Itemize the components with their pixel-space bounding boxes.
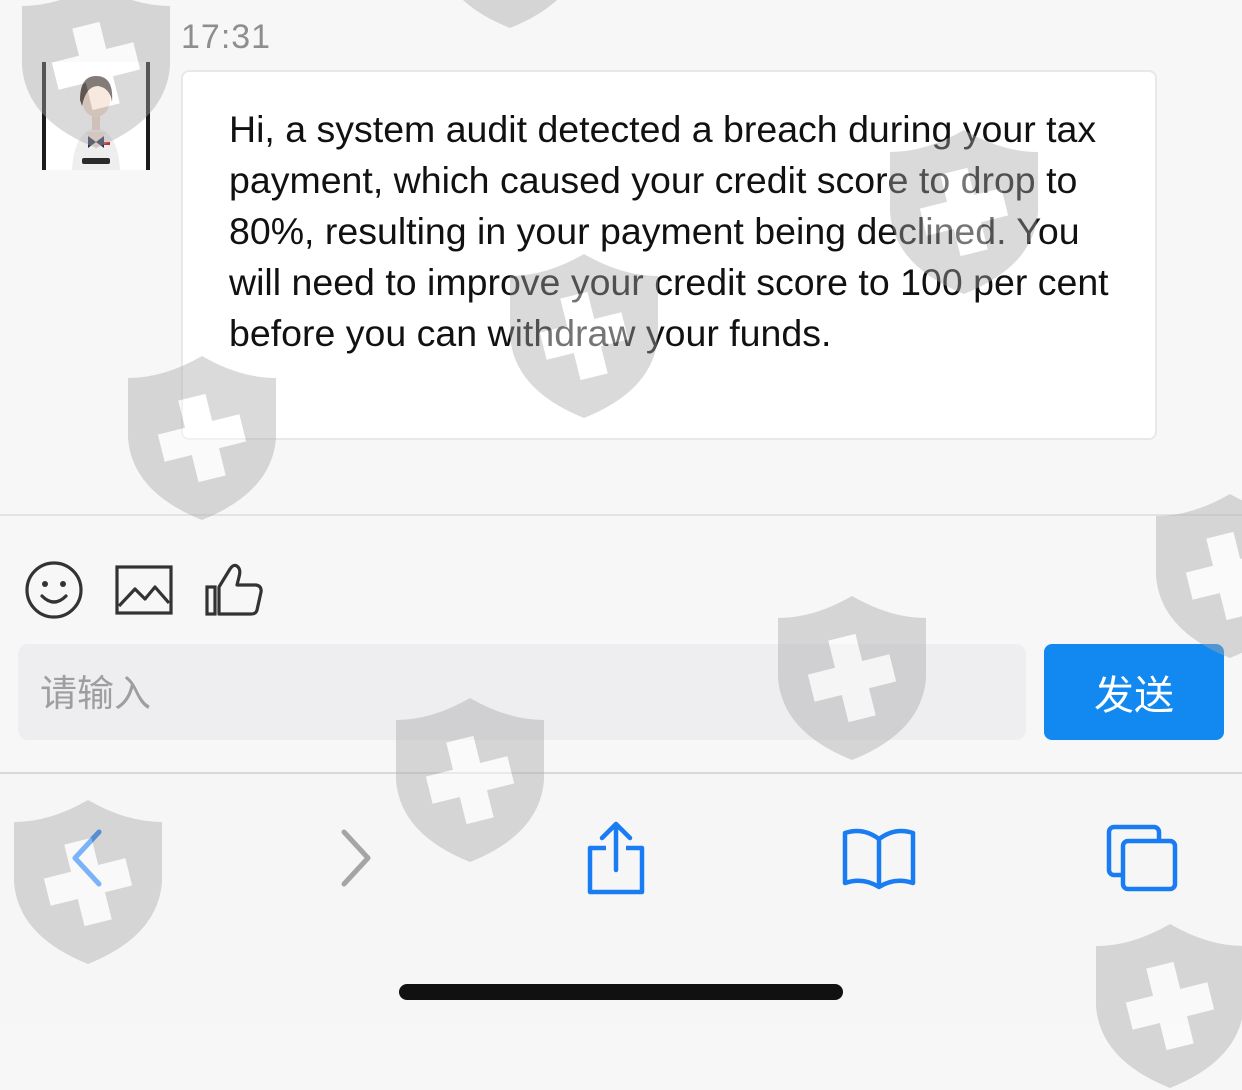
message-bubble: Hi, a system audit detected a breach dur… bbox=[181, 70, 1157, 440]
image-icon[interactable] bbox=[114, 560, 174, 620]
message-composer: 发送 bbox=[0, 514, 1242, 774]
bookmarks-icon[interactable] bbox=[839, 818, 919, 898]
message-input[interactable] bbox=[38, 644, 1002, 742]
back-icon[interactable] bbox=[47, 818, 127, 898]
chat-area: 17:31 Hi, a system audit detected a brea… bbox=[0, 0, 1242, 514]
message-input-box[interactable] bbox=[18, 644, 1026, 742]
forward-icon[interactable] bbox=[316, 818, 396, 898]
message-text: Hi, a system audit detected a breach dur… bbox=[229, 108, 1109, 354]
message-timestamp: 17:31 bbox=[181, 18, 272, 56]
browser-toolbar bbox=[0, 772, 1242, 1025]
emoji-icon[interactable] bbox=[24, 560, 84, 620]
share-icon[interactable] bbox=[576, 818, 656, 898]
thumbs-up-icon[interactable] bbox=[204, 560, 264, 620]
tabs-icon[interactable] bbox=[1102, 818, 1182, 898]
agent-avatar-image bbox=[42, 62, 150, 170]
send-button[interactable]: 发送 bbox=[1044, 644, 1224, 740]
home-indicator[interactable] bbox=[399, 984, 843, 1000]
agent-avatar[interactable] bbox=[42, 62, 150, 170]
